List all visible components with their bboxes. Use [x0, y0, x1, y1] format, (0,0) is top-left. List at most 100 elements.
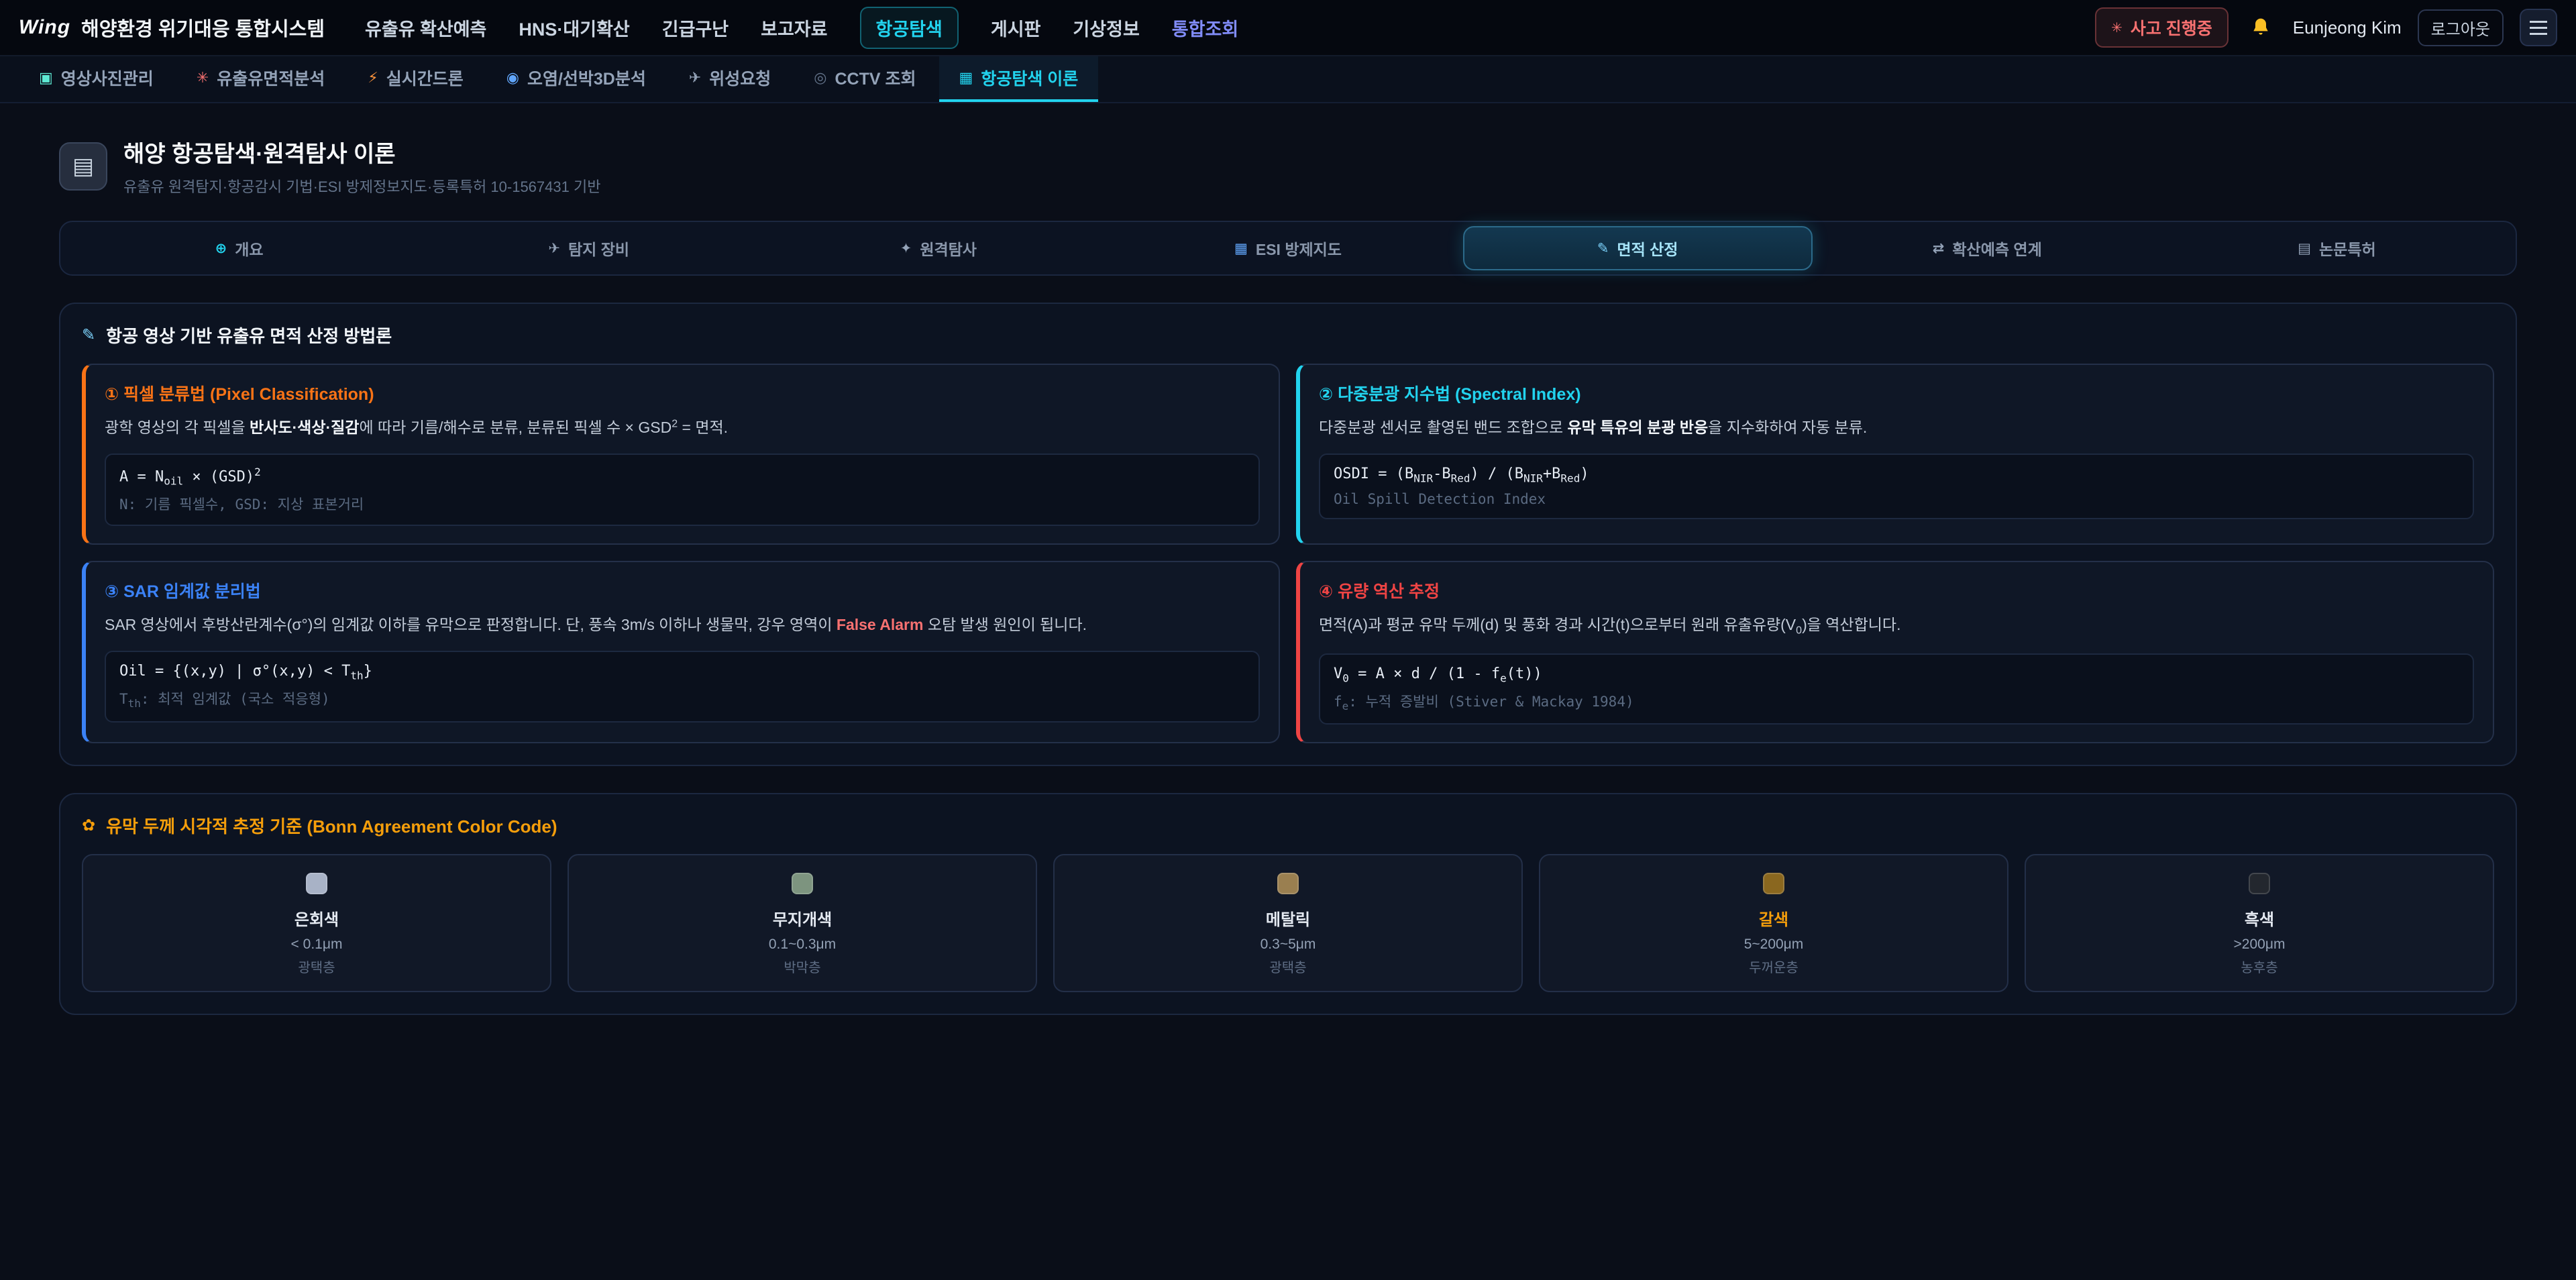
incident-status-badge[interactable]: ✳ 사고 진행중 — [2095, 7, 2229, 48]
tab-satellite-request[interactable]: ✈ 위성요청 — [669, 56, 791, 102]
bonn-card-brown: 갈색 5~200μm 두꺼운층 — [1539, 854, 2008, 992]
image-icon: ▣ — [39, 69, 53, 87]
sensing-icon: ✦ — [900, 240, 912, 257]
bonn-heading-text: 유막 두께 시각적 추정 기준 (Bonn Agreement Color Co… — [106, 813, 557, 838]
nav-aerial-search[interactable]: 항공탐색 — [860, 7, 959, 49]
bell-icon — [2250, 17, 2271, 38]
aircraft-icon: ✈ — [548, 240, 560, 257]
tab-image-management[interactable]: ▣ 영상사진관리 — [19, 56, 174, 102]
bonn-color-code-panel: ✿ 유막 두께 시각적 추정 기준 (Bonn Agreement Color … — [59, 793, 2517, 1015]
tab-label: 위성요청 — [709, 66, 771, 90]
bonn-name: 은회색 — [97, 906, 537, 930]
section-tab-label: 원격탐사 — [920, 237, 977, 260]
methodology-grid: ① 픽셀 분류법 (Pixel Classification) 광학 영상의 각… — [82, 364, 2494, 743]
page-subtitle: 유출유 원격탐지·항공감시 기법·ESI 방제정보지도·등록특허 10-1567… — [123, 175, 600, 197]
bonn-thickness: 5~200μm — [1554, 937, 1994, 953]
section-tab-remote-sensing[interactable]: ✦ 원격탐사 — [763, 226, 1113, 270]
hamburger-icon — [2530, 21, 2547, 23]
bonn-name: 무지개색 — [582, 906, 1022, 930]
method-card-sar-threshold: ③ SAR 임계값 분리법 SAR 영상에서 후방산란계수(σ°)의 임계값 이… — [82, 561, 1280, 743]
page-title: 해양 항공탐색·원격탐사 이론 — [123, 136, 600, 168]
bonn-card-silver-gray: 은회색 < 0.1μm 광택층 — [82, 854, 551, 992]
color-swatch — [792, 873, 813, 894]
tab-oil-area-analysis[interactable]: ✳ 유출유면적분석 — [176, 56, 345, 102]
formula: V0 = A × d / (1 - fe(t)) — [1334, 665, 2459, 684]
bonn-name: 메탈릭 — [1068, 906, 1508, 930]
bonn-layer: 박막층 — [582, 957, 1022, 976]
section-tab-esi-map[interactable]: ▦ ESI 방제지도 — [1113, 226, 1462, 270]
section-tab-papers-patents[interactable]: ▤ 논문특허 — [2162, 226, 2512, 270]
drone-icon: ⚡ — [368, 69, 378, 87]
sub-navbar: ▣ 영상사진관리 ✳ 유출유면적분석 ⚡ 실시간드론 ◉ 오염/선박3D분석 ✈… — [0, 56, 2576, 103]
formula-note: Oil Spill Detection Index — [1334, 491, 2459, 507]
logout-button[interactable]: 로그아웃 — [2418, 9, 2504, 46]
nav-board[interactable]: 게시판 — [991, 15, 1041, 41]
section-tab-label: 개요 — [235, 237, 263, 260]
bonn-heading: ✿ 유막 두께 시각적 추정 기준 (Bonn Agreement Color … — [82, 813, 2494, 838]
method-card-body: 광학 영상의 각 픽셀을 반사도·색상·질감에 따라 기름/해수로 분류, 분류… — [105, 416, 1260, 440]
color-swatch — [306, 873, 327, 894]
wing-logo: Wing — [19, 16, 70, 39]
nav-emergency-rescue[interactable]: 긴급구난 — [662, 15, 729, 41]
top-navbar: Wing 해양환경 위기대응 통합시스템 유출유 확산예측 HNS·대기확산 긴… — [0, 0, 2576, 56]
bonn-thickness: 0.1~0.3μm — [582, 937, 1022, 953]
bonn-name: 흑색 — [2039, 906, 2479, 930]
method-card-pixel-classification: ① 픽셀 분류법 (Pixel Classification) 광학 영상의 각… — [82, 364, 1280, 545]
method-card-title: ② 다중분광 지수법 (Spectral Index) — [1319, 381, 2474, 405]
formula-block: A = Noil × (GSD)2 N: 기름 픽셀수, GSD: 지상 표본거… — [105, 454, 1260, 527]
tab-realtime-drone[interactable]: ⚡ 실시간드론 — [347, 56, 483, 102]
section-tab-label: 논문특허 — [2319, 237, 2376, 260]
tab-label: 항공탐색 이론 — [981, 66, 1078, 90]
method-card-volume-estimation: ④ 유량 역산 추정 면적(A)과 평균 유막 두께(d) 및 풍화 경과 시간… — [1296, 561, 2494, 743]
section-tab-bar: ⊕ 개요 ✈ 탐지 장비 ✦ 원격탐사 ▦ ESI 방제지도 ✎ 면적 산정 ⇄… — [59, 221, 2517, 276]
tab-cctv-view[interactable]: ◎ CCTV 조회 — [794, 56, 936, 102]
incident-badge-label: 사고 진행중 — [2131, 15, 2212, 40]
formula-block: Oil = {(x,y) | σ°(x,y) < Tth} Tth: 최적 임계… — [105, 651, 1260, 723]
nav-hns-atmospheric[interactable]: HNS·대기확산 — [519, 15, 629, 41]
bonn-layer: 광택층 — [1068, 957, 1508, 976]
nav-reports[interactable]: 보고자료 — [761, 15, 827, 41]
color-swatch — [2249, 873, 2270, 894]
nav-weather-info[interactable]: 기상정보 — [1073, 15, 1139, 41]
tab-pollution-ship-3d[interactable]: ◉ 오염/선박3D분석 — [486, 56, 666, 102]
methodology-heading: ✎ 항공 영상 기반 유출유 면적 산정 방법론 — [82, 323, 2494, 348]
bonn-layer: 광택층 — [97, 957, 537, 976]
methodology-panel: ✎ 항공 영상 기반 유출유 면적 산정 방법론 ① 픽셀 분류법 (Pixel… — [59, 303, 2517, 766]
globe-icon: ⊕ — [215, 240, 227, 257]
brand[interactable]: Wing 해양환경 위기대응 통합시스템 — [19, 13, 325, 42]
method-card-title: ③ SAR 임계값 분리법 — [105, 578, 1260, 602]
bonn-thickness: 0.3~5μm — [1068, 937, 1508, 953]
method-card-title: ① 픽셀 분류법 (Pixel Classification) — [105, 381, 1260, 405]
formula-block: V0 = A × d / (1 - fe(t)) fe: 누적 증발비 (Sti… — [1319, 653, 2474, 725]
section-tab-detection-equipment[interactable]: ✈ 탐지 장비 — [414, 226, 763, 270]
formula: OSDI = (BNIR-BRed) / (BNIR+BRed) — [1334, 466, 2459, 484]
bonn-grid: 은회색 < 0.1μm 광택층 무지개색 0.1~0.3μm 박막층 메탈릭 0… — [82, 854, 2494, 992]
section-tab-label: 탐지 장비 — [568, 237, 629, 260]
bonn-card-black: 흑색 >200μm 농후층 — [2025, 854, 2494, 992]
bonn-layer: 농후층 — [2039, 957, 2479, 976]
tab-aerial-search-theory[interactable]: ▦ 항공탐색 이론 — [939, 56, 1099, 102]
theory-chart-icon: ▦ — [959, 69, 973, 87]
bonn-thickness: < 0.1μm — [97, 937, 537, 953]
cctv-icon: ◎ — [814, 69, 826, 87]
formula-note: N: 기름 픽셀수, GSD: 지상 표본거리 — [119, 494, 1245, 514]
method-card-body: SAR 영상에서 후방산란계수(σ°)의 임계값 이하를 유막으로 판정합니다.… — [105, 613, 1260, 637]
bonn-layer: 두꺼운층 — [1554, 957, 1994, 976]
color-swatch — [1277, 873, 1299, 894]
satellite-icon: ✈ — [689, 69, 701, 87]
formula: Oil = {(x,y) | σ°(x,y) < Tth} — [119, 663, 1245, 682]
palette-icon: ✿ — [82, 816, 95, 835]
hamburger-menu-button[interactable] — [2520, 9, 2557, 46]
section-tab-overview[interactable]: ⊕ 개요 — [64, 226, 414, 270]
section-tab-label: 면적 산정 — [1617, 237, 1678, 260]
oil-analysis-icon: ✳ — [197, 69, 209, 87]
nav-integrated-view[interactable]: 통합조회 — [1172, 15, 1238, 41]
formula: A = Noil × (GSD)2 — [119, 466, 1245, 488]
notification-bell-button[interactable] — [2245, 11, 2277, 44]
nav-oil-diffusion[interactable]: 유출유 확산예측 — [365, 15, 486, 41]
method-card-title: ④ 유량 역산 추정 — [1319, 578, 2474, 602]
section-tab-diffusion-link[interactable]: ⇄ 확산예측 연계 — [1813, 226, 2162, 270]
pencil-icon: ✎ — [1597, 240, 1609, 257]
section-tab-area-calculation[interactable]: ✎ 면적 산정 — [1463, 226, 1813, 270]
tab-label: 영상사진관리 — [61, 66, 154, 90]
